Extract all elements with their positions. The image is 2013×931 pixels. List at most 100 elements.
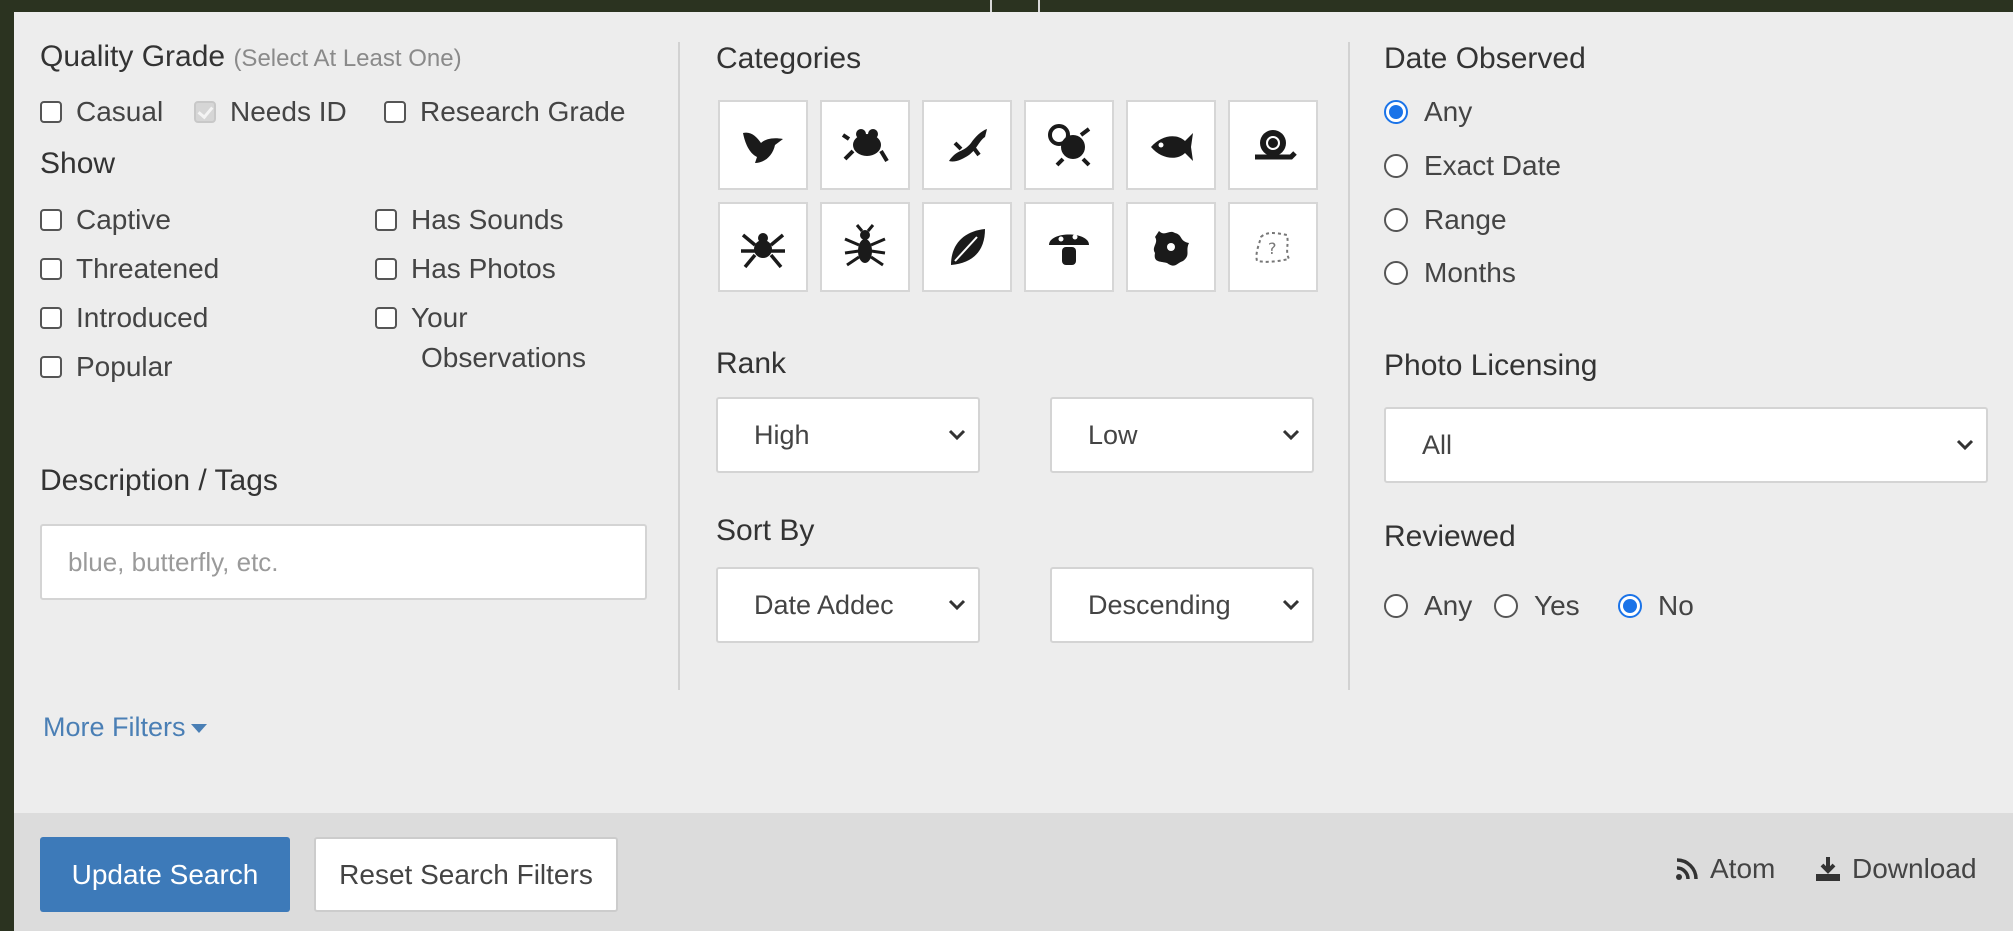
reviewed-any-option[interactable]: Any bbox=[1384, 590, 1472, 622]
category-mollusk[interactable] bbox=[1228, 100, 1318, 190]
reviewed-no-option[interactable]: No bbox=[1618, 590, 1694, 622]
date-months-radio[interactable] bbox=[1384, 261, 1408, 285]
category-mammal[interactable] bbox=[1024, 100, 1114, 190]
show-heading: Show bbox=[40, 147, 116, 180]
has-sounds-label: Has Sounds bbox=[411, 204, 564, 235]
needs-id-label: Needs ID bbox=[230, 96, 347, 127]
has-photos-checkbox[interactable] bbox=[375, 258, 397, 280]
description-tags-input[interactable]: blue, butterfly, etc. bbox=[40, 524, 647, 600]
date-any-label: Any bbox=[1424, 96, 1473, 127]
has-sounds-checkbox[interactable] bbox=[375, 209, 397, 231]
filters-footer: Update Search Reset Search Filters Atom … bbox=[14, 813, 2013, 931]
research-grade-checkbox[interactable] bbox=[384, 101, 406, 123]
reviewed-no-label: No bbox=[1658, 590, 1694, 621]
reviewed-any-radio[interactable] bbox=[1384, 594, 1408, 618]
atom-link[interactable]: Atom bbox=[1674, 853, 1775, 885]
chevron-down-icon bbox=[1944, 439, 1986, 451]
your-observations-label-line2: Observations bbox=[421, 342, 586, 373]
more-filters-label: More Filters bbox=[43, 712, 186, 742]
show-your-observations[interactable]: Your bbox=[375, 302, 468, 334]
show-introduced[interactable]: Introduced bbox=[40, 302, 208, 334]
chevron-down-icon bbox=[936, 599, 978, 611]
introduced-label: Introduced bbox=[76, 302, 209, 333]
sort-by-heading: Sort By bbox=[716, 514, 815, 547]
show-captive[interactable]: Captive bbox=[40, 204, 171, 236]
quality-grade-hint: (Select At Least One) bbox=[233, 45, 462, 72]
svg-text:?: ? bbox=[1268, 239, 1277, 258]
date-exact-option[interactable]: Exact Date bbox=[1384, 150, 1561, 182]
threatened-label: Threatened bbox=[76, 253, 220, 284]
introduced-checkbox[interactable] bbox=[40, 307, 62, 329]
date-months-option[interactable]: Months bbox=[1384, 257, 1516, 289]
rank-low-value: Low bbox=[1088, 419, 1138, 450]
show-has-photos[interactable]: Has Photos bbox=[375, 253, 556, 285]
rank-high-select[interactable]: High bbox=[716, 397, 980, 473]
caret-down-icon bbox=[190, 723, 207, 733]
download-link[interactable]: Download bbox=[1814, 853, 1977, 885]
category-amphibian[interactable] bbox=[820, 100, 910, 190]
categories-heading: Categories bbox=[716, 42, 862, 75]
rss-icon bbox=[1676, 858, 1698, 880]
amphibian-icon bbox=[841, 129, 889, 163]
popular-checkbox[interactable] bbox=[40, 356, 62, 378]
insect-icon bbox=[844, 224, 886, 267]
quality-needs-id: Needs ID bbox=[194, 96, 347, 128]
date-range-radio[interactable] bbox=[1384, 208, 1408, 232]
quality-casual[interactable]: Casual bbox=[40, 96, 163, 128]
show-popular[interactable]: Popular bbox=[40, 351, 173, 383]
reset-search-filters-button[interactable]: Reset Search Filters bbox=[314, 837, 618, 912]
date-any-radio[interactable] bbox=[1384, 100, 1408, 124]
research-grade-label: Research Grade bbox=[420, 96, 626, 127]
category-plant[interactable] bbox=[922, 202, 1012, 292]
show-has-sounds[interactable]: Has Sounds bbox=[375, 204, 564, 236]
needs-id-checkbox bbox=[194, 101, 216, 123]
download-icon bbox=[1816, 857, 1840, 881]
reviewed-yes-radio[interactable] bbox=[1494, 594, 1518, 618]
quality-research-grade[interactable]: Research Grade bbox=[384, 96, 625, 128]
bird-icon bbox=[743, 132, 783, 163]
sort-order-select[interactable]: Descending bbox=[1050, 567, 1314, 643]
casual-label: Casual bbox=[76, 96, 164, 127]
date-range-label: Range bbox=[1424, 204, 1507, 235]
category-reptile[interactable] bbox=[922, 100, 1012, 190]
fish-icon bbox=[1151, 133, 1193, 161]
sort-field-value: Date Addec bbox=[754, 589, 894, 620]
update-search-button[interactable]: Update Search bbox=[40, 837, 290, 912]
reviewed-yes-label: Yes bbox=[1534, 590, 1580, 621]
popular-label: Popular bbox=[76, 351, 173, 382]
casual-checkbox[interactable] bbox=[40, 101, 62, 123]
reviewed-any-label: Any bbox=[1424, 590, 1473, 621]
reviewed-no-radio[interactable] bbox=[1618, 594, 1642, 618]
filters-panel: Quality Grade (Select At Least One) Casu… bbox=[14, 12, 2013, 931]
captive-label: Captive bbox=[76, 204, 171, 235]
protozoa-icon bbox=[1153, 231, 1189, 266]
more-filters-link[interactable]: More Filters bbox=[43, 712, 208, 743]
chevron-down-icon bbox=[936, 429, 978, 441]
date-exact-radio[interactable] bbox=[1384, 154, 1408, 178]
category-unknown[interactable]: ? bbox=[1228, 202, 1318, 292]
atom-label: Atom bbox=[1710, 853, 1776, 884]
chevron-down-icon bbox=[1270, 599, 1312, 611]
category-fish[interactable] bbox=[1126, 100, 1216, 190]
category-insect[interactable] bbox=[820, 202, 910, 292]
show-threatened[interactable]: Threatened bbox=[40, 253, 219, 285]
mollusk-icon bbox=[1255, 130, 1297, 160]
photo-licensing-value: All bbox=[1422, 429, 1453, 460]
captive-checkbox[interactable] bbox=[40, 209, 62, 231]
category-bird[interactable] bbox=[718, 100, 808, 190]
quality-grade-heading: Quality Grade (Select At Least One) bbox=[40, 40, 462, 74]
column-divider-1 bbox=[678, 42, 680, 690]
threatened-checkbox[interactable] bbox=[40, 258, 62, 280]
date-range-option[interactable]: Range bbox=[1384, 204, 1507, 236]
category-protozoa[interactable] bbox=[1126, 202, 1216, 292]
rank-low-select[interactable]: Low bbox=[1050, 397, 1314, 473]
photo-licensing-select[interactable]: All bbox=[1384, 407, 1988, 483]
arachnid-icon bbox=[741, 233, 785, 269]
reviewed-yes-option[interactable]: Yes bbox=[1494, 590, 1580, 622]
date-any-option[interactable]: Any bbox=[1384, 96, 1472, 128]
category-arachnid[interactable] bbox=[718, 202, 808, 292]
sort-order-value: Descending bbox=[1088, 589, 1231, 620]
sort-field-select[interactable]: Date Addec bbox=[716, 567, 980, 643]
your-observations-checkbox[interactable] bbox=[375, 307, 397, 329]
category-fungi[interactable] bbox=[1024, 202, 1114, 292]
